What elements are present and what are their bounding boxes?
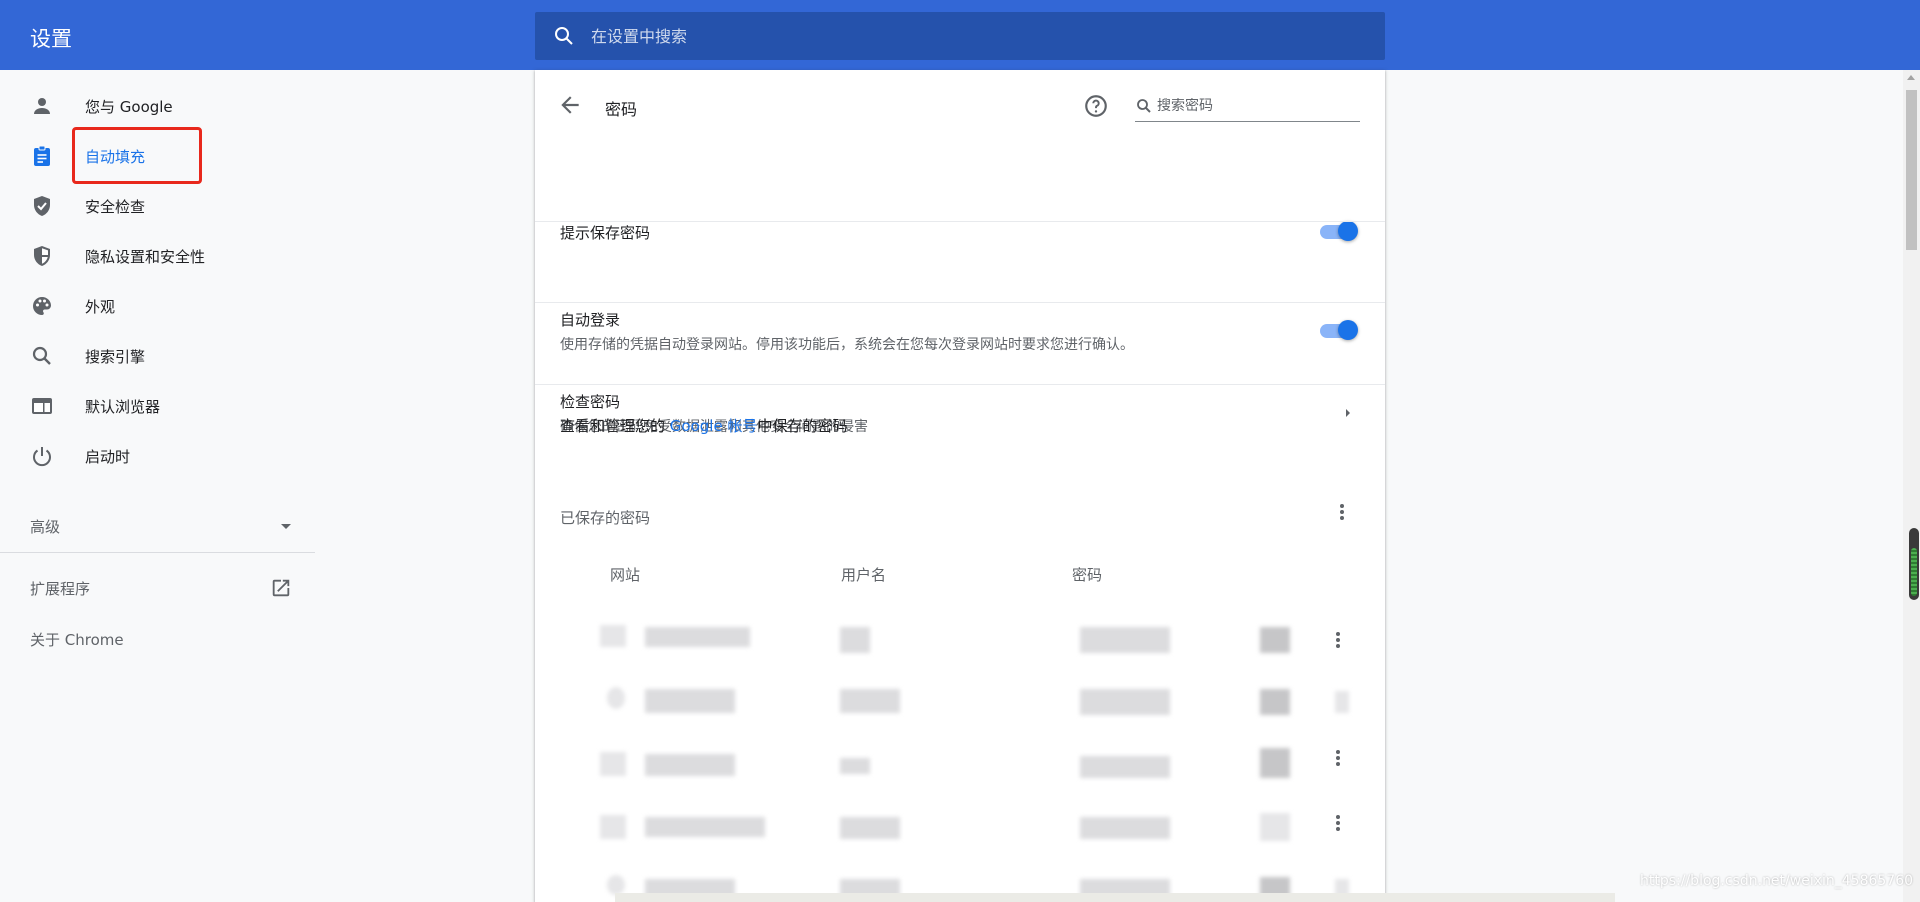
show-password-icon[interactable] (1260, 748, 1290, 778)
subpage-header: 密码 (535, 70, 1385, 140)
row-more-icon[interactable] (1335, 691, 1349, 713)
sidebar-item-privacy[interactable]: 隐私设置和安全性 (0, 231, 315, 281)
about-label: 关于 Chrome (30, 630, 124, 649)
back-arrow-icon[interactable] (557, 92, 583, 118)
site-favicon (600, 625, 626, 647)
password-dots (1080, 689, 1170, 715)
highlight-annotation-box (72, 127, 202, 184)
extensions-label: 扩展程序 (30, 579, 91, 598)
settings-search-input[interactable] (591, 26, 1291, 46)
advanced-section-toggle[interactable]: 高级 (30, 506, 292, 546)
search-icon (32, 346, 51, 365)
sidebar-item-default-browser[interactable]: 默认浏览器 (0, 381, 315, 431)
password-row[interactable] (535, 677, 1349, 725)
username (840, 689, 900, 713)
password-dots (1080, 817, 1170, 839)
help-icon[interactable] (1083, 93, 1109, 119)
bottom-band (615, 893, 1615, 902)
manage-prefix: 查看和管理您的 (560, 417, 670, 435)
app-title: 设置 (30, 27, 72, 51)
palette-icon (33, 297, 51, 315)
top-bar: 设置 (0, 0, 1920, 70)
watermark-text: https://blog.csdn.net/weixin_45865760 (1640, 873, 1914, 889)
site-name (645, 817, 765, 837)
sidebar-item-on-startup[interactable]: 启动时 (0, 431, 315, 481)
row-more-icon[interactable] (1336, 750, 1340, 766)
subpage-title: 密码 (605, 100, 638, 119)
sidebar-item-label: 外观 (85, 297, 116, 316)
sidebar: 您与 Google 自动填充 安全检查 隐私设置和安全性 外观 搜索引擎 默认浏… (0, 70, 315, 902)
battery-widget-icon (1909, 528, 1919, 600)
site-name (645, 754, 735, 776)
row-more-icon[interactable] (1336, 632, 1340, 648)
sidebar-item-label: 启动时 (85, 447, 131, 466)
username (840, 627, 870, 653)
check-passwords-label: 检查密码 (560, 393, 621, 411)
power-icon (33, 447, 51, 467)
show-password-icon[interactable] (1260, 813, 1290, 841)
manage-in-account-text: 查看和管理您的 Google 帐号中保存的密码 (560, 415, 847, 436)
show-password-icon[interactable] (1260, 627, 1290, 653)
sidebar-item-safety-check[interactable]: 安全检查 (0, 181, 315, 231)
sidebar-item-label: 搜索引擎 (85, 347, 146, 366)
open-in-new-icon (272, 579, 290, 597)
password-dots (1080, 627, 1170, 653)
sidebar-item-label: 隐私设置和安全性 (85, 247, 206, 266)
page-scrollbar[interactable] (1903, 70, 1920, 902)
column-header-username: 用户名 (841, 566, 887, 584)
saved-passwords-heading: 已保存的密码 (560, 509, 651, 527)
sidebar-item-label: 默认浏览器 (85, 397, 161, 416)
clipboard-icon (34, 145, 50, 166)
check-passwords-row[interactable]: 检查密码 确保您的密码免受数据泄露和其他安全问题的侵害 (535, 303, 1385, 435)
row-divider (535, 221, 1385, 222)
toggle-knob (1338, 221, 1358, 241)
browser-icon (32, 398, 52, 414)
sidebar-item-you-and-google[interactable]: 您与 Google (0, 81, 315, 131)
password-search-field[interactable] (1135, 90, 1360, 122)
google-account-link[interactable]: Google 帐号 (670, 417, 758, 435)
sidebar-item-search-engine[interactable]: 搜索引擎 (0, 331, 315, 381)
caret-down-icon (281, 524, 291, 529)
site-name (645, 627, 750, 647)
more-vert-icon[interactable] (1330, 500, 1354, 524)
password-search-input[interactable] (1157, 97, 1347, 114)
arrow-right-icon (1346, 409, 1350, 417)
sidebar-item-label: 安全检查 (85, 197, 146, 216)
battery-fill (1911, 548, 1917, 596)
show-password-icon[interactable] (1260, 689, 1290, 715)
password-row[interactable] (535, 615, 1340, 663)
shield-half-icon (34, 246, 50, 266)
settings-search-bar[interactable] (535, 12, 1385, 60)
sidebar-item-about-chrome[interactable]: 关于 Chrome (30, 620, 124, 658)
search-icon (555, 27, 573, 45)
site-favicon (607, 875, 625, 895)
site-favicon (600, 815, 626, 839)
scrollbar-thumb[interactable] (1906, 90, 1917, 250)
person-icon (34, 98, 50, 114)
manage-suffix: 中保存的密码 (757, 417, 848, 435)
row-more-icon[interactable] (1336, 815, 1340, 831)
sidebar-item-appearance[interactable]: 外观 (0, 281, 315, 331)
search-icon (1137, 98, 1151, 113)
row-divider (535, 384, 1385, 385)
username (840, 758, 870, 774)
scroll-up-arrow-icon[interactable] (1907, 75, 1915, 80)
sidebar-item-extensions[interactable]: 扩展程序 (30, 568, 292, 608)
password-dots (1080, 756, 1170, 778)
offer-to-save-toggle[interactable] (1320, 221, 1358, 241)
sidebar-divider (0, 552, 315, 553)
shield-check-icon (34, 196, 50, 216)
password-row[interactable] (535, 742, 1340, 790)
column-header-site: 网站 (610, 566, 641, 584)
advanced-label: 高级 (30, 517, 61, 536)
password-row[interactable] (535, 805, 1340, 853)
column-header-password: 密码 (1072, 566, 1103, 584)
site-favicon (600, 752, 626, 776)
passwords-card: 密码 提示保存密码 自动登录 使用存储的凭据自动登录网站。停用该功能后，系统会在… (535, 70, 1385, 902)
username (840, 817, 900, 839)
site-name (645, 689, 735, 713)
site-favicon (607, 687, 625, 709)
sidebar-item-label: 您与 Google (85, 97, 173, 116)
